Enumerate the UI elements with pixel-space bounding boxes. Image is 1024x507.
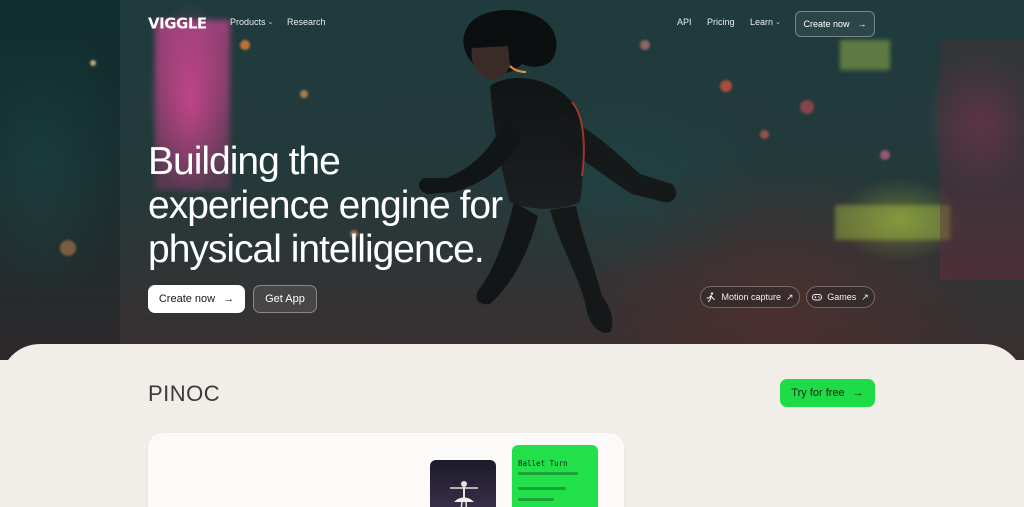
nav-create-now-label: Create now (803, 19, 850, 29)
hero-headline: Building the experience engine for physi… (148, 140, 588, 272)
headline-line-2: experience engine for (148, 184, 503, 227)
demo-panel-line (518, 498, 554, 501)
try-for-free-label: Try for free (791, 387, 845, 399)
bokeh-light (800, 100, 814, 114)
hero-create-now-button[interactable]: Create now → (148, 285, 245, 313)
neon-sign (835, 205, 950, 240)
top-navigation: VIGGLE Products ⌄ Research API Pricing L… (0, 0, 1024, 46)
nav-products-label: Products (230, 17, 266, 27)
nav-create-now-button[interactable]: Create now → (795, 11, 875, 37)
demo-panel-line (518, 487, 566, 490)
demo-panel-line (518, 472, 578, 475)
games-label: Games (827, 292, 857, 302)
nav-research-label: Research (287, 17, 326, 27)
arrow-right-icon: → (852, 387, 864, 399)
bokeh-light (90, 60, 96, 66)
hero-section: VIGGLE Products ⌄ Research API Pricing L… (0, 0, 1024, 360)
viggle-logo[interactable]: VIGGLE (148, 15, 214, 31)
headline-line-3: physical intelligence. (148, 228, 485, 271)
bokeh-light (760, 130, 769, 139)
nav-api[interactable]: API (677, 17, 692, 27)
bokeh-light (300, 90, 308, 98)
demo-panel-title: Ballet Turn (518, 459, 568, 468)
product-section: PINOC Try for free → Ballet Turn (0, 344, 1024, 507)
try-for-free-button[interactable]: Try for free → (780, 379, 875, 407)
arrow-right-icon: → (223, 293, 235, 305)
arrow-up-right-icon: ↗ (786, 291, 794, 302)
get-app-button[interactable]: Get App (253, 285, 317, 313)
motion-capture-label: Motion capture (721, 292, 781, 302)
get-app-label: Get App (265, 293, 305, 305)
nav-learn[interactable]: Learn ⌄ (750, 17, 781, 27)
background-building (940, 40, 1024, 280)
hero-create-now-label: Create now (158, 293, 216, 305)
nav-learn-label: Learn (750, 17, 774, 27)
demo-panel: Ballet Turn (512, 445, 598, 507)
dancer-figure (450, 481, 478, 507)
demo-card: Ballet Turn (148, 433, 624, 507)
bokeh-light (720, 80, 732, 92)
logo-text: VIGGLE (148, 15, 207, 31)
background-building (0, 0, 120, 360)
games-link[interactable]: Games ↗ (806, 286, 875, 308)
headline-line-1: Building the (148, 140, 341, 183)
arrow-right-icon: → (857, 19, 867, 29)
nav-api-label: API (677, 17, 692, 27)
nav-pricing[interactable]: Pricing (707, 17, 735, 27)
bokeh-light (60, 240, 76, 256)
nav-research[interactable]: Research (287, 17, 326, 27)
section-title: PINOC (148, 381, 221, 406)
nav-pricing-label: Pricing (707, 17, 735, 27)
motion-capture-link[interactable]: Motion capture ↗ (700, 286, 800, 308)
chevron-down-icon: ⌄ (775, 19, 781, 26)
nav-products[interactable]: Products ⌄ (230, 17, 273, 27)
ballet-dancer-image (430, 460, 496, 507)
chevron-down-icon: ⌄ (267, 19, 274, 26)
bokeh-light (880, 150, 890, 160)
running-person-icon (706, 292, 716, 302)
gamepad-icon (812, 294, 823, 301)
arrow-up-right-icon: ↗ (861, 291, 869, 302)
